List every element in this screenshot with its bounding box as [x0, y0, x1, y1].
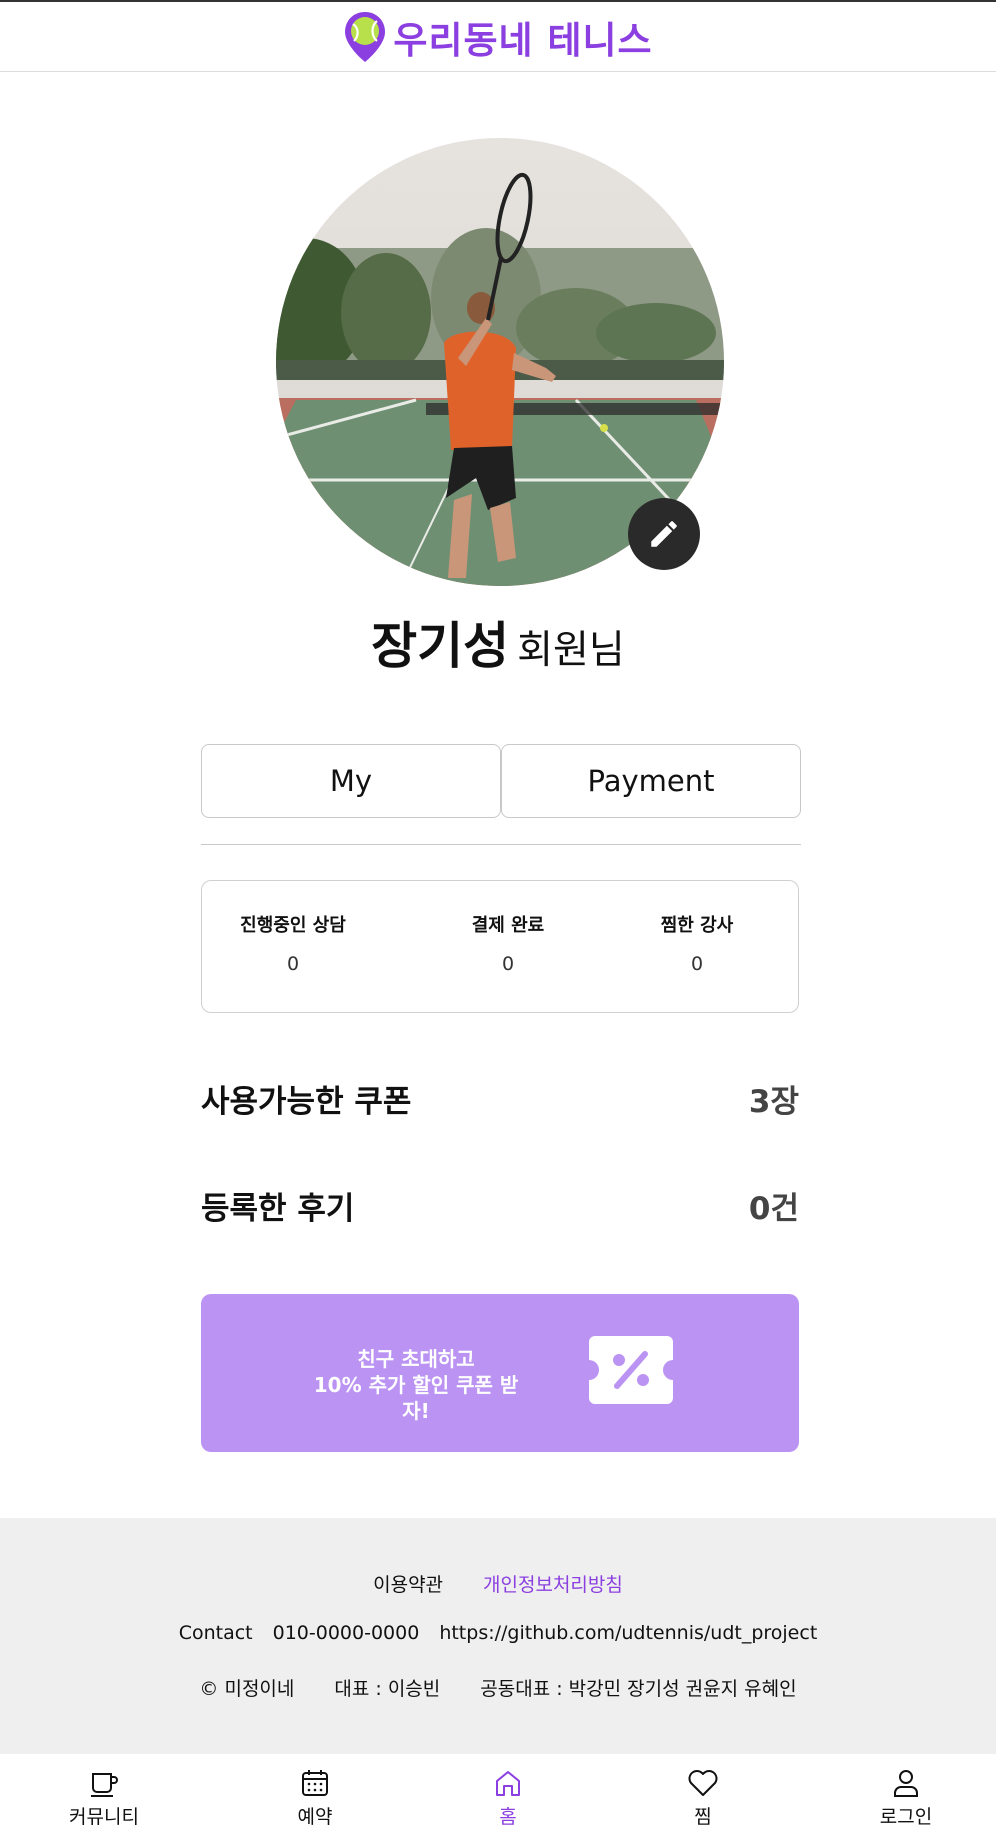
logo-text: 우리동네 테니스 — [393, 18, 653, 62]
app-header: 우리동네 테니스 — [0, 2, 996, 72]
tab-payment[interactable]: Payment — [501, 744, 801, 818]
activity-stats-card: 진행중인 상담 0 결제 완료 0 찜한 강사 0 — [201, 880, 799, 1013]
stat-value: 0 — [286, 953, 300, 975]
available-coupons-row[interactable]: 사용가능한 쿠폰 3장 — [201, 1076, 799, 1121]
coupons-label: 사용가능한 쿠폰 — [201, 1084, 412, 1120]
footer-contact: Contact 010-0000-0000 https://github.com… — [0, 1622, 996, 1644]
profile-avatar-container — [276, 138, 724, 586]
nav-login[interactable]: 로그인 — [846, 1754, 966, 1834]
footer-company-info: © 미정이네 대표 : 이승빈 공동대표 : 박강민 장기성 권윤지 유혜인 — [0, 1674, 996, 1701]
coupons-count: 3장 — [748, 1084, 799, 1120]
stat-label: 찜한 강사 — [660, 915, 734, 936]
terms-link[interactable]: 이용약관 — [373, 1570, 443, 1597]
user-name: 장기성 — [371, 617, 510, 675]
stat-value: 0 — [690, 953, 704, 975]
cup-icon — [91, 1773, 118, 1797]
member-suffix: 회원님 — [517, 628, 625, 673]
banner-line-2: 10% 추가 할인 쿠폰 받자! — [313, 1373, 519, 1423]
reviews-label: 등록한 후기 — [201, 1191, 355, 1227]
nav-community[interactable]: 커뮤니티 — [44, 1754, 164, 1834]
nav-reservation[interactable]: 예약 — [255, 1754, 375, 1834]
stat-label: 결제 완료 — [471, 915, 545, 936]
nav-label: 예약 — [297, 1806, 333, 1828]
site-footer: 이용약관 개인정보처리방침 Contact 010-0000-0000 http… — [0, 1518, 996, 1754]
bottom-navigation: 커뮤니티 예약 홈 찜 로그인 — [0, 1754, 996, 1834]
pencil-icon — [651, 521, 677, 547]
stat-consultations[interactable]: 진행중인 상담 0 — [203, 911, 383, 975]
privacy-policy-link[interactable]: 개인정보처리방침 — [483, 1570, 623, 1597]
discount-coupon-icon — [589, 1336, 673, 1404]
contact-label: Contact — [178, 1622, 253, 1644]
nav-label: 로그인 — [879, 1806, 933, 1828]
heart-icon — [688, 1770, 718, 1796]
nav-favorites[interactable]: 찜 — [643, 1754, 763, 1834]
banner-text: 친구 초대하고 10% 추가 할인 쿠폰 받자! — [311, 1346, 521, 1424]
ceo-info: 대표 : 이승빈 — [334, 1678, 441, 1700]
copyright: © 미정이네 — [199, 1678, 295, 1700]
contact-phone: 010-0000-0000 — [272, 1622, 420, 1644]
stat-payments-complete[interactable]: 결제 완료 0 — [418, 911, 598, 975]
map-pin-ball-icon — [345, 11, 386, 62]
calendar-icon — [302, 1770, 328, 1796]
profile-tabs: My Payment — [201, 744, 801, 818]
profile-name-row: 장기성 회원님 — [0, 606, 996, 678]
stat-value: 0 — [501, 953, 515, 975]
home-icon — [496, 1771, 520, 1796]
user-icon — [894, 1770, 918, 1797]
stat-liked-coaches[interactable]: 찜한 강사 0 — [607, 911, 787, 975]
nav-label: 홈 — [499, 1806, 517, 1828]
banner-line-1: 친구 초대하고 — [357, 1347, 475, 1371]
stat-label: 진행중인 상담 — [240, 915, 346, 936]
tabs-divider — [201, 844, 801, 845]
registered-reviews-row[interactable]: 등록한 후기 0건 — [201, 1183, 799, 1228]
nav-label: 커뮤니티 — [69, 1806, 139, 1828]
invite-friend-banner[interactable]: 친구 초대하고 10% 추가 할인 쿠폰 받자! — [201, 1294, 799, 1452]
nav-home[interactable]: 홈 — [448, 1754, 568, 1834]
nav-label: 찜 — [694, 1806, 712, 1828]
tab-my[interactable]: My — [201, 744, 501, 818]
logo[interactable]: 우리동네 테니스 — [343, 10, 652, 64]
edit-profile-button[interactable] — [628, 498, 700, 570]
reviews-count: 0건 — [748, 1191, 799, 1227]
footer-links: 이용약관 개인정보처리방침 — [0, 1570, 996, 1597]
github-link[interactable]: https://github.com/udtennis/udt_project — [439, 1622, 817, 1644]
co-ceo-info: 공동대표 : 박강민 장기성 권윤지 유혜인 — [480, 1678, 797, 1700]
